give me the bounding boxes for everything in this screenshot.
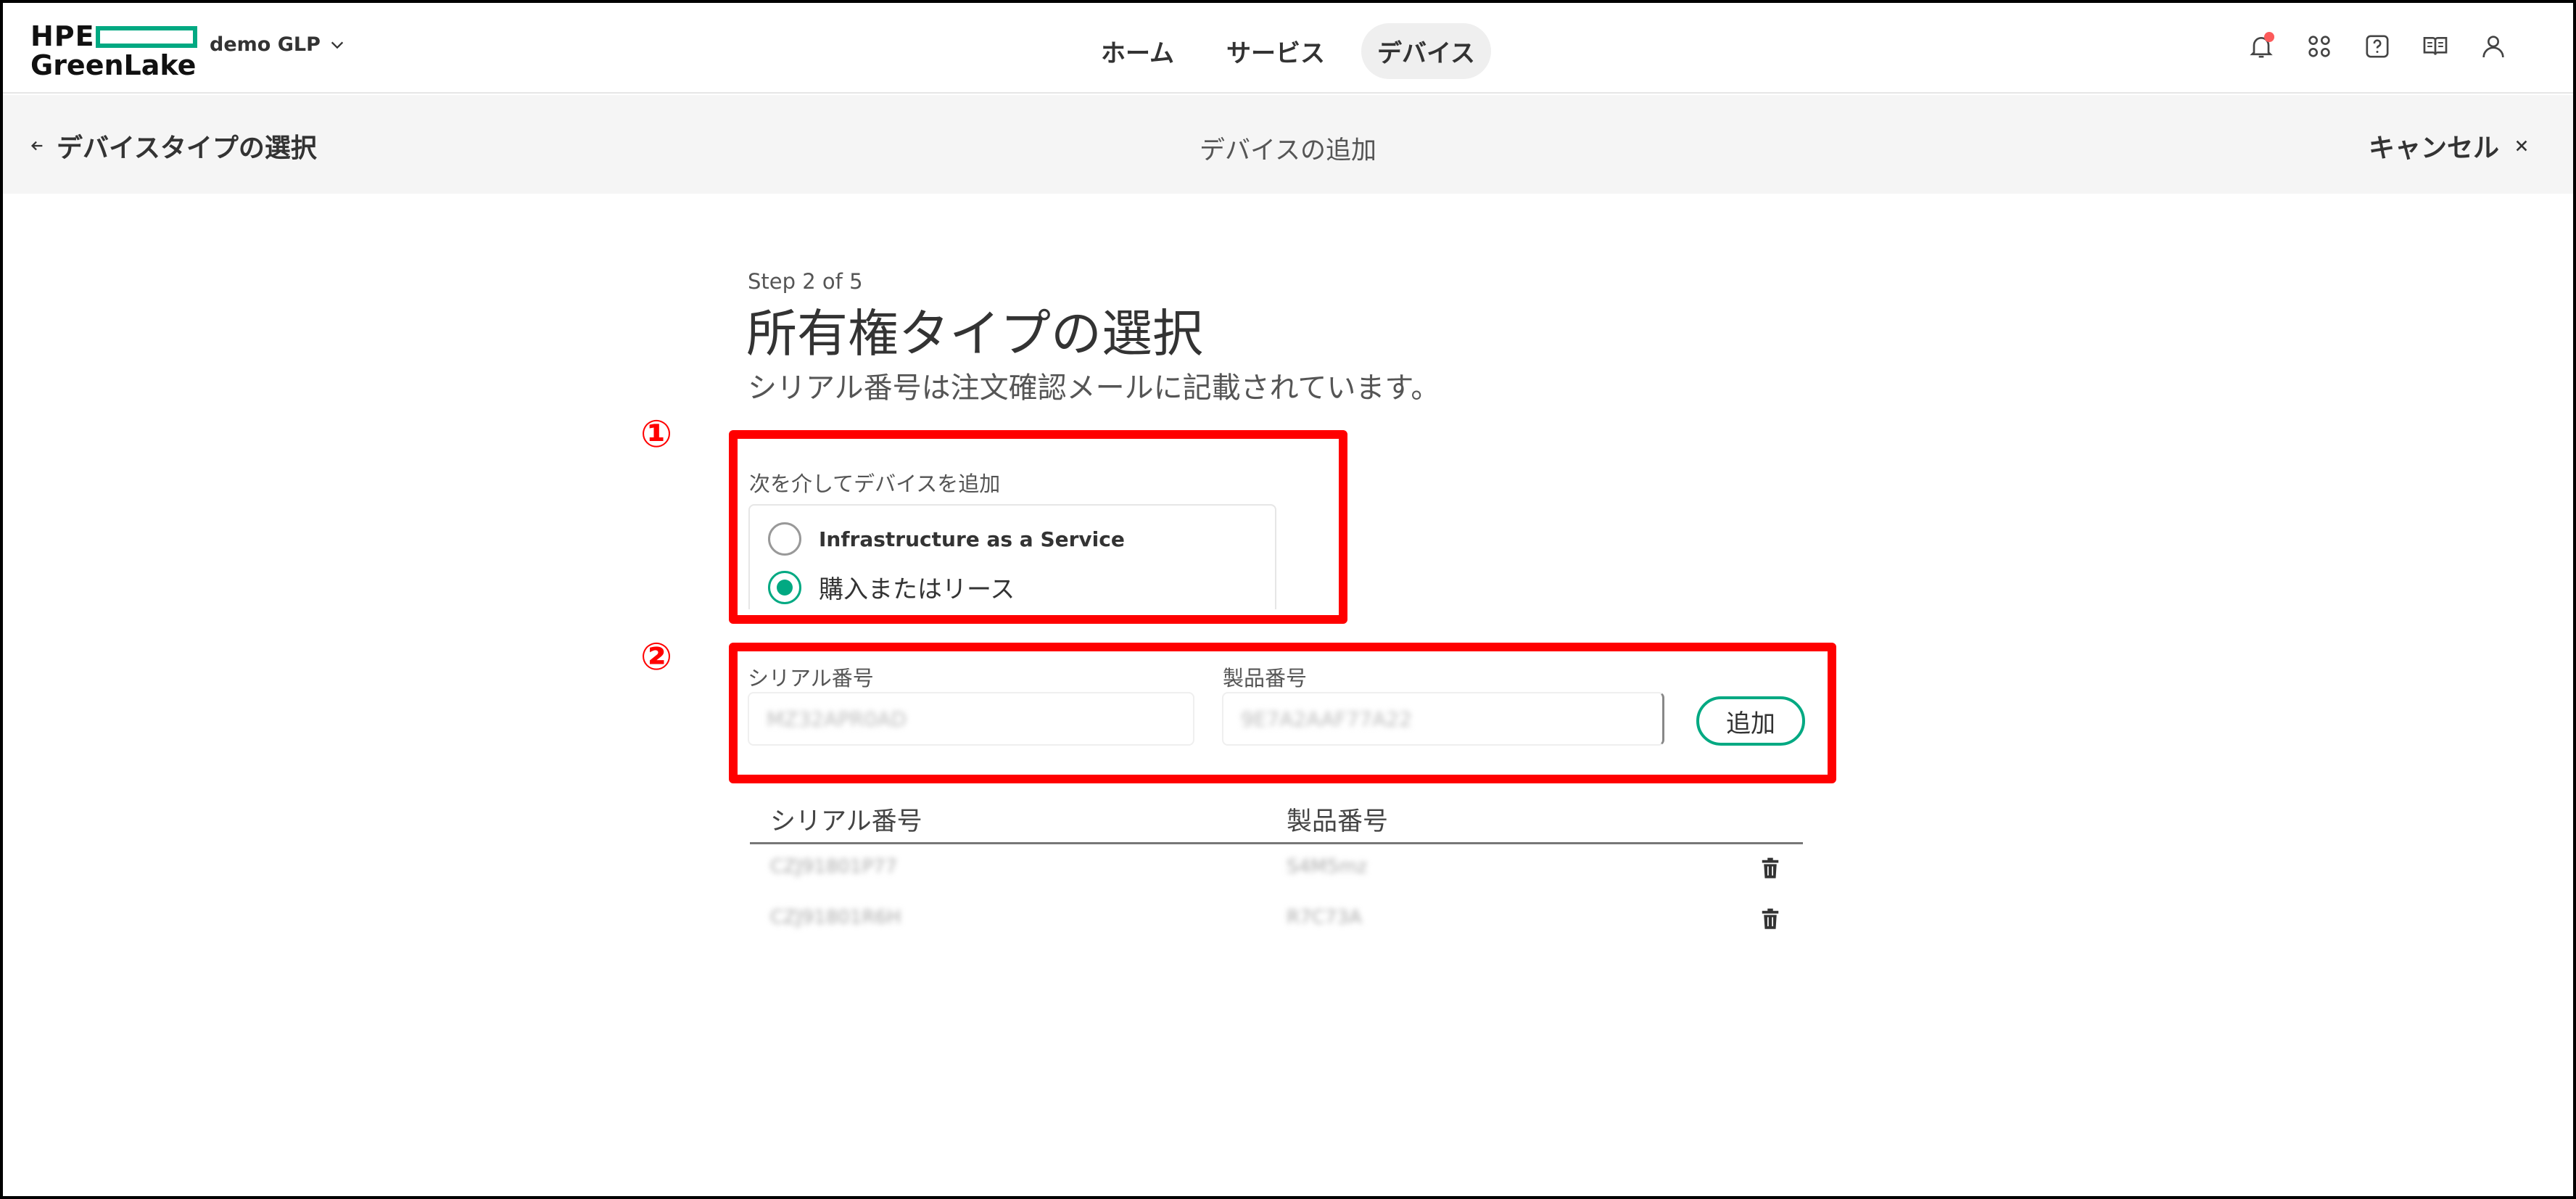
help-icon: [2366, 35, 2389, 58]
add-device-button[interactable]: 追加: [1696, 696, 1805, 746]
annotation-number-2: ②: [640, 635, 673, 679]
apps-grid-icon: [2308, 36, 2330, 57]
row-serial-number: CZJ91801R6H: [770, 907, 901, 928]
nav-devices[interactable]: デバイス: [1361, 23, 1491, 79]
notifications-button[interactable]: [2247, 32, 2276, 61]
radio-purchase-lease[interactable]: [768, 570, 801, 604]
page-description: シリアル番号は注文確認メールに記載されています。: [748, 371, 1440, 405]
documentation-button[interactable]: [2421, 32, 2450, 61]
table-row: CZJ91801R6H R7C73A: [750, 895, 1803, 946]
cancel-button[interactable]: キャンセル: [2369, 127, 2530, 165]
annotation-number-1: ①: [640, 413, 673, 456]
column-header-product: 製品番号: [1287, 807, 1389, 836]
close-icon: [2516, 140, 2527, 152]
product-number-value: 9E7A2AAF77A22: [1241, 706, 1412, 731]
serial-number-label: シリアル番号: [748, 666, 874, 691]
nav-home[interactable]: ホーム: [1085, 23, 1190, 79]
trash-icon: [1762, 857, 1779, 878]
delete-row-button[interactable]: [1761, 908, 1780, 930]
ownership-radio-group: Infrastructure as a Service 購入またはリース: [748, 504, 1276, 609]
radio-label-purchase-lease: 購入またはリース: [819, 575, 1015, 604]
row-serial-number: CZJ91801P77: [770, 856, 898, 878]
radio-iaas[interactable]: [768, 522, 801, 556]
column-header-serial: シリアル番号: [770, 807, 922, 836]
table-row: CZJ91801P77 S4M5mz: [750, 844, 1803, 895]
book-icon: [2423, 37, 2448, 55]
product-number-input[interactable]: 9E7A2AAF77A22: [1222, 692, 1664, 746]
device-table: シリアル番号 製品番号 CZJ91801P77 S4M5mz CZJ91801R…: [750, 799, 1803, 946]
serial-number-value: MZ32APR0AD: [767, 706, 907, 731]
user-icon: [2482, 36, 2504, 58]
step-indicator: Step 2 of 5: [748, 269, 863, 294]
cancel-label: キャンセル: [2368, 133, 2499, 163]
nav-services[interactable]: サービス: [1210, 23, 1341, 79]
user-menu-button[interactable]: [2479, 32, 2508, 61]
notification-badge: [2264, 32, 2274, 42]
radio-label-iaas: Infrastructure as a Service: [819, 527, 1125, 551]
main-nav: ホーム サービス デバイス: [3, 23, 2573, 79]
delete-row-button[interactable]: [1761, 857, 1780, 879]
wizard-title: デバイスの追加: [1200, 136, 1376, 165]
trash-icon: [1762, 908, 1779, 929]
row-product-number: S4M5mz: [1287, 856, 1367, 878]
wizard-header: デバイスタイプの選択 デバイスの追加 キャンセル: [3, 95, 2573, 194]
radio-option-iaas[interactable]: Infrastructure as a Service: [768, 522, 1125, 556]
product-number-label: 製品番号: [1223, 666, 1308, 691]
top-icons: [2247, 32, 2508, 61]
row-product-number: R7C73A: [1287, 907, 1362, 928]
radio-option-purchase-lease[interactable]: 購入またはリース: [768, 569, 1015, 605]
apps-button[interactable]: [2305, 32, 2334, 61]
top-navigation-bar: HPE GreenLake demo GLP ホーム サービス デバイス: [3, 3, 2573, 94]
page-title: 所有権タイプの選択: [746, 304, 1203, 363]
table-header: シリアル番号 製品番号: [750, 799, 1803, 844]
serial-number-input[interactable]: MZ32APR0AD: [748, 692, 1194, 746]
ownership-group-label: 次を介してデバイスを追加: [749, 471, 1001, 496]
app-window: HPE GreenLake demo GLP ホーム サービス デバイス デバイ…: [0, 0, 2576, 1199]
help-button[interactable]: [2363, 32, 2392, 61]
